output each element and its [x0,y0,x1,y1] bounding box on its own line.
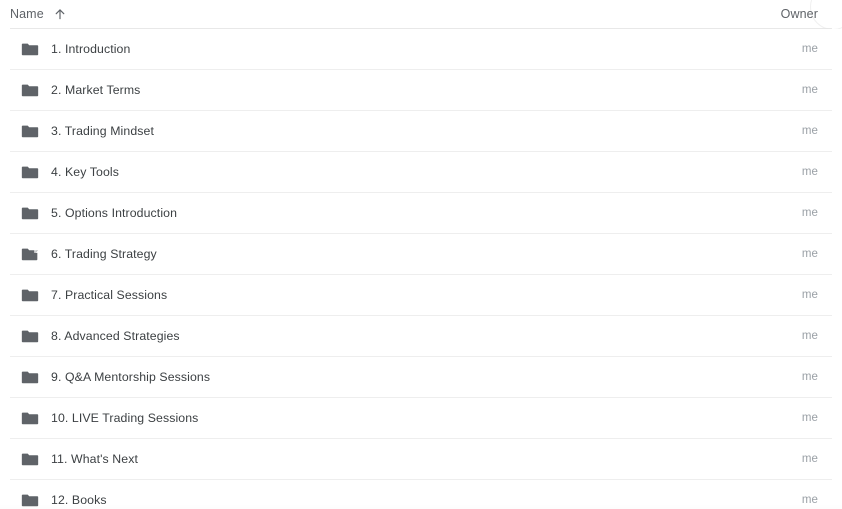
column-header-name[interactable]: Name [10,7,67,21]
table-row[interactable]: 4. Key Tools me [0,152,842,192]
file-owner: me [801,125,818,137]
file-name: 4. Key Tools [51,165,119,179]
file-name: 1. Introduction [51,42,131,56]
file-owner: me [801,248,818,260]
table-row[interactable]: 10. LIVE Trading Sessions me [0,398,842,438]
file-owner: me [801,166,818,178]
folder-icon [10,162,51,182]
table-row[interactable]: 5. Options Introduction me [0,193,842,233]
file-owner: me [801,412,818,424]
folder-icon [10,449,51,469]
folder-icon [10,121,51,141]
file-owner: me [801,289,818,301]
column-header: Name Owner [0,0,842,28]
file-owner: me [801,330,818,342]
file-owner: me [801,494,818,506]
file-owner: me [801,371,818,383]
folder-shared-icon [10,244,51,264]
file-name: 12. Books [51,493,107,507]
table-row[interactable]: 12. Books me [0,480,842,509]
table-row[interactable]: 7. Practical Sessions me [0,275,842,315]
folder-icon [10,326,51,346]
file-owner: me [801,43,818,55]
arrow-up-icon[interactable] [53,7,67,21]
file-name: 7. Practical Sessions [51,288,168,302]
table-row[interactable]: 9. Q&A Mentorship Sessions me [0,357,842,397]
file-owner: me [801,84,818,96]
folder-icon [10,490,51,509]
table-row[interactable]: 8. Advanced Strategies me [0,316,842,356]
column-header-owner[interactable]: Owner [781,7,818,21]
table-row[interactable]: 6. Trading Strategy me [0,234,842,274]
folder-icon [10,408,51,428]
folder-icon [10,285,51,305]
table-row[interactable]: 3. Trading Mindset me [0,111,842,151]
file-name: 8. Advanced Strategies [51,329,180,343]
folder-icon [10,203,51,223]
file-owner: me [801,453,818,465]
file-name: 11. What's Next [51,452,138,466]
file-owner: me [801,207,818,219]
folder-icon [10,39,51,59]
table-row[interactable]: 1. Introduction me [0,29,842,69]
file-list-page: Course Name Owner 1. Introduction me [0,0,842,509]
file-name: 3. Trading Mindset [51,124,154,138]
folder-icon [10,367,51,387]
table-row[interactable]: 2. Market Terms me [0,70,842,110]
file-name: 5. Options Introduction [51,206,178,220]
folder-icon [10,80,51,100]
file-name: 2. Market Terms [51,83,141,97]
table-row[interactable]: 11. What's Next me [0,439,842,479]
file-name: 6. Trading Strategy [51,247,157,261]
file-name: 9. Q&A Mentorship Sessions [51,370,211,384]
column-header-name-label: Name [10,7,44,21]
file-list: 1. Introduction me 2. Market Terms me 3.… [0,29,842,509]
file-name: 10. LIVE Trading Sessions [51,411,199,425]
